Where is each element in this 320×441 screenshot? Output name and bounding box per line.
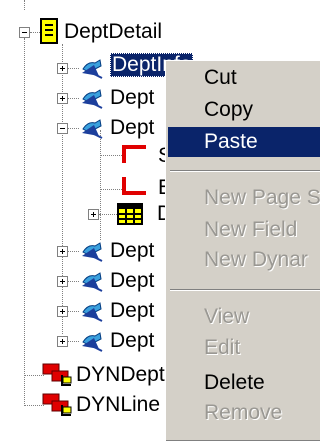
- menu-item-new-dynamic[interactable]: New Dynar: [168, 245, 320, 275]
- menu-item-paste[interactable]: Paste: [168, 127, 320, 157]
- tree-connector: [100, 155, 122, 156]
- tree-connector: [30, 32, 40, 33]
- expand-toggle[interactable]: [57, 246, 68, 257]
- menu-item-edit[interactable]: Edit: [168, 333, 320, 363]
- menu-item-cut[interactable]: Cut: [168, 63, 320, 93]
- tree-connector: [99, 214, 117, 215]
- menu-item-view[interactable]: View: [168, 302, 320, 332]
- expand-toggle[interactable]: [57, 93, 68, 104]
- scroll-icon: [82, 119, 103, 139]
- expand-toggle[interactable]: [57, 276, 68, 287]
- scroll-icon: [82, 242, 103, 262]
- expand-toggle[interactable]: [57, 63, 68, 74]
- menu-item-new-page[interactable]: New Page S: [168, 183, 320, 213]
- tree-node-label: Dept: [110, 329, 155, 352]
- red-bracket-bottom-icon: [122, 177, 146, 195]
- dyn-link-icon: [42, 363, 72, 386]
- scroll-icon: [82, 59, 103, 79]
- menu-separator: [170, 289, 320, 291]
- tree-node-label: Dept: [110, 269, 155, 292]
- tree-node-label: Dept: [110, 299, 155, 322]
- record-folder-icon: [40, 18, 58, 44]
- context-menu: Cut Copy Paste New Page S New Field New …: [165, 60, 320, 441]
- tree-connector: [67, 341, 79, 342]
- expand-toggle[interactable]: [88, 209, 99, 220]
- tree-node-label: DYNLine: [76, 393, 161, 416]
- collapse-toggle[interactable]: [19, 27, 30, 38]
- tree-node-label: Dept: [110, 239, 155, 262]
- menu-item-remove[interactable]: Remove: [168, 398, 320, 428]
- tree-connector: [67, 98, 79, 99]
- tree-connector: [67, 281, 79, 282]
- grid-table-icon: [117, 203, 143, 225]
- menu-item-new-field[interactable]: New Field: [168, 215, 320, 245]
- menu-item-delete[interactable]: Delete: [168, 368, 320, 398]
- tree-connector: [67, 251, 79, 252]
- tree-node-label: DeptDetail: [64, 20, 163, 43]
- dyn-link-icon: [42, 393, 72, 416]
- menu-item-copy[interactable]: Copy: [168, 95, 320, 125]
- tree-connector: [67, 68, 79, 69]
- tree-connector: [24, 375, 44, 376]
- scroll-icon: [82, 272, 103, 292]
- collapse-toggle[interactable]: [57, 123, 68, 134]
- tree-connector: [24, 0, 25, 10]
- red-bracket-top-icon: [122, 145, 146, 163]
- tree-connector: [62, 44, 63, 334]
- expand-toggle[interactable]: [57, 306, 68, 317]
- tree-node-label: Dept: [110, 116, 155, 139]
- tree-connector: [67, 128, 79, 129]
- tree-connector: [24, 38, 25, 404]
- tree-connector: [100, 189, 122, 190]
- scroll-icon: [82, 302, 103, 322]
- tree-connector: [67, 311, 79, 312]
- tree-connector: [100, 130, 101, 240]
- menu-separator: [170, 170, 320, 172]
- tree-connector: [24, 405, 44, 406]
- tree-node-label: DYNDept: [76, 363, 165, 386]
- expand-toggle[interactable]: [57, 336, 68, 347]
- scroll-icon: [82, 332, 103, 352]
- scroll-icon: [82, 89, 103, 109]
- tree-node-label: Dept: [110, 86, 155, 109]
